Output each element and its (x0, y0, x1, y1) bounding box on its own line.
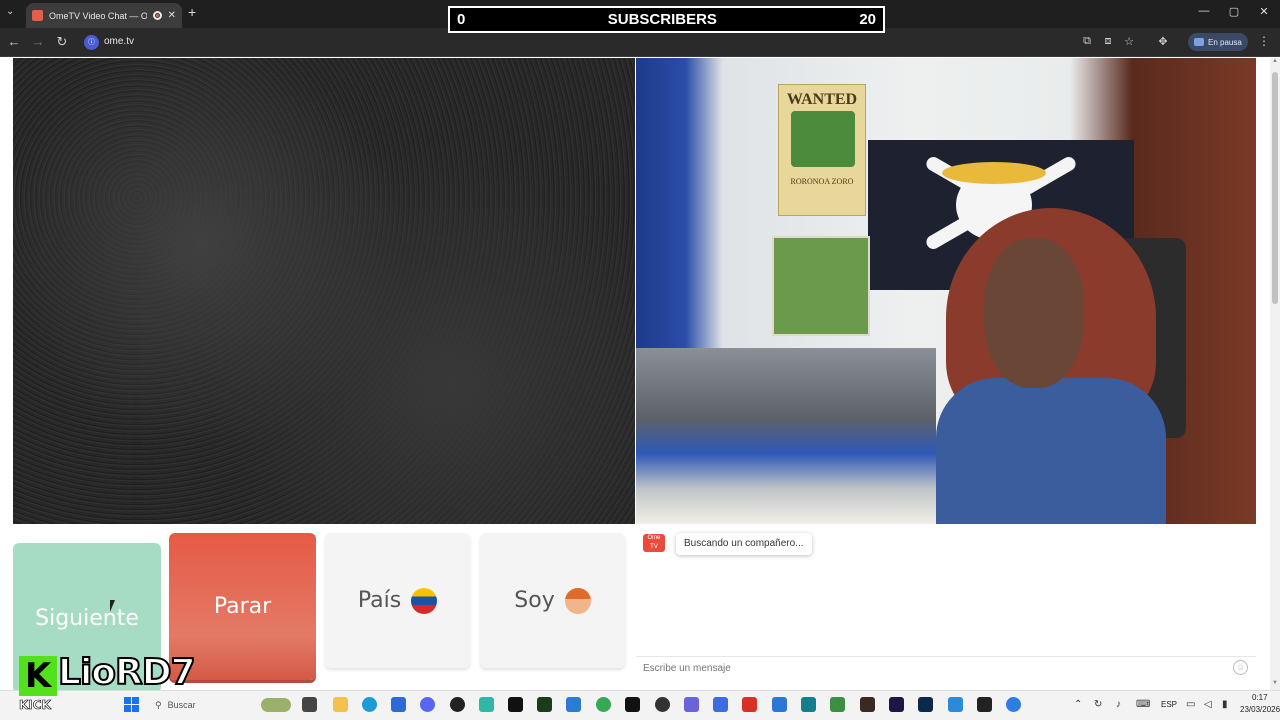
profile-paused-chip[interactable]: En pausa (1188, 33, 1248, 51)
streamer-name: LioRD7 (57, 651, 197, 694)
search-icon: ⚲ (155, 699, 162, 710)
forward-button[interactable]: → (30, 34, 46, 49)
app-icon[interactable] (479, 697, 494, 712)
mouse-cursor-icon (110, 600, 115, 612)
chrome-icon[interactable] (596, 697, 611, 712)
profile-status-label: En pausa (1208, 37, 1242, 47)
wanted-poster: WANTED RORONOA ZORO (778, 84, 866, 216)
ometv-logo-icon: Ome TV (643, 534, 665, 552)
site-info-icon[interactable]: ⓘ (84, 35, 99, 50)
windows-start-icon[interactable] (124, 697, 139, 712)
subscriber-label: SUBSCRIBERS (607, 11, 717, 28)
reload-button[interactable]: ↻ (54, 34, 70, 50)
stop-button-label: Parar (213, 594, 272, 619)
clock-time[interactable]: 0:17 (1252, 693, 1268, 702)
app6-icon[interactable] (948, 697, 963, 712)
gender-button[interactable]: Soy (480, 533, 625, 668)
ometv-favicon-icon (32, 10, 43, 21)
edge-icon[interactable] (362, 697, 377, 712)
country-button-label: País (357, 588, 402, 613)
photoshop-icon[interactable] (918, 697, 933, 712)
task-view-icon[interactable] (302, 697, 317, 712)
anime-poster (772, 236, 870, 336)
window-app-icon[interactable] (566, 697, 581, 712)
new-tab-button[interactable]: + (188, 4, 196, 20)
tab-list-button[interactable]: ⌄ (6, 6, 14, 17)
discord-icon[interactable] (420, 697, 435, 712)
store-icon[interactable] (391, 697, 406, 712)
close-window-button[interactable]: ✕ (1254, 5, 1274, 18)
app4-icon[interactable] (772, 697, 787, 712)
tray-chevron-icon[interactable]: ⌃ (1074, 699, 1082, 710)
country-button[interactable]: País (325, 533, 470, 668)
clock-date[interactable]: 23/03/2026 (1240, 705, 1280, 714)
tray-sync-icon[interactable]: ↻ (1094, 699, 1102, 710)
chat-status-message: Buscando un compañero... (676, 533, 812, 555)
tiktok-icon[interactable] (625, 697, 640, 712)
game-icon[interactable] (860, 697, 875, 712)
gender-button-label: Soy (514, 588, 555, 613)
cast-icon[interactable]: ⧉ (1080, 35, 1094, 48)
kick-logo-icon: K (19, 656, 57, 696)
battery-icon[interactable]: ▮ (1222, 699, 1228, 710)
next-button-label: Siguiente (35, 605, 139, 631)
teams-icon[interactable] (684, 697, 699, 712)
app5-icon[interactable] (801, 697, 816, 712)
subscriber-goal-overlay: 0 SUBSCRIBERS 20 (448, 6, 885, 33)
app8-icon[interactable] (1006, 697, 1021, 712)
scroll-up-arrow-icon[interactable]: ▲ (1270, 58, 1280, 68)
taskbar-search[interactable]: ⚲ Buscar (151, 695, 291, 715)
epic-games-icon[interactable] (508, 697, 523, 712)
bed (636, 348, 936, 524)
bookmark-star-icon[interactable]: ☆ (1122, 35, 1136, 48)
app3-icon[interactable] (713, 697, 728, 712)
search-highlight-icon (261, 698, 291, 712)
tab-title: OmeTV Video Chat — Ome (49, 10, 147, 21)
profile-avatar-icon (1194, 38, 1204, 46)
browser-tab[interactable]: OmeTV Video Chat — Ome ✕ (26, 3, 182, 28)
emoji-icon[interactable]: ☺ (1233, 660, 1248, 675)
file-explorer-icon[interactable] (333, 697, 348, 712)
back-button[interactable]: ← (6, 34, 22, 49)
subscriber-goal: 20 (859, 11, 876, 28)
premiere-icon[interactable] (889, 697, 904, 712)
wanted-poster-portrait (791, 111, 855, 167)
tray-mic-icon[interactable]: ♪ (1116, 699, 1121, 710)
extensions-icon[interactable]: ✥ (1156, 35, 1170, 48)
volume-icon[interactable]: ◁ (1204, 699, 1212, 710)
taskbar-search-label: Buscar (167, 700, 196, 710)
message-input[interactable] (636, 656, 1256, 680)
self-camera-feed: WANTED RORONOA ZORO (636, 58, 1256, 524)
scroll-down-arrow-icon[interactable]: ▼ (1270, 680, 1280, 690)
subscriber-count: 0 (457, 11, 466, 28)
address-bar[interactable]: ome.tv (104, 36, 134, 47)
maximize-button[interactable]: ▢ (1224, 5, 1244, 18)
app2-icon[interactable] (655, 697, 670, 712)
nvidia-icon[interactable] (537, 697, 552, 712)
app7-icon[interactable] (977, 697, 992, 712)
streamer (936, 208, 1166, 524)
scrollbar-thumb[interactable] (1272, 72, 1278, 304)
recording-icon (152, 11, 162, 20)
wanted-poster-name: RORONOA ZORO (790, 177, 854, 186)
language-indicator[interactable]: ESP (1161, 700, 1177, 709)
browser-menu-icon[interactable]: ⋮ (1258, 34, 1270, 48)
stranger-video-feed (13, 58, 635, 524)
boy-emoji-icon (564, 587, 591, 614)
notepad-icon[interactable] (830, 697, 845, 712)
minimize-button[interactable]: — (1194, 5, 1214, 17)
translate-icon[interactable]: ⧈ (1101, 35, 1115, 48)
obs-icon[interactable] (450, 697, 465, 712)
tray-keyboard-icon[interactable]: ⌨ (1136, 699, 1150, 710)
venezuela-flag-icon (411, 587, 438, 614)
video-app-icon[interactable] (742, 697, 757, 712)
kick-label: KICK (19, 698, 51, 713)
network-icon[interactable]: ▭ (1186, 699, 1195, 710)
wanted-poster-title: WANTED (786, 91, 858, 108)
tab-close-icon[interactable]: ✕ (168, 10, 176, 21)
